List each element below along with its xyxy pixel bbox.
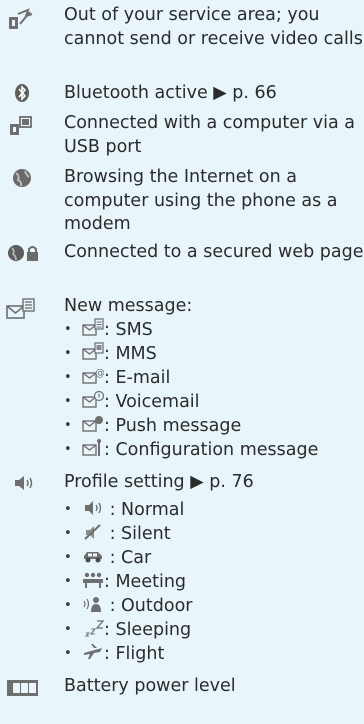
list-item: • : Silent [64, 522, 171, 546]
speaker-icon [6, 472, 36, 494]
list-item: • : MMS [64, 342, 157, 366]
list-item-label: : Push message [104, 416, 242, 436]
list-item: • : Normal [64, 498, 184, 522]
list-item: • : Outdoor [64, 594, 192, 618]
list-item: • : Voicemail [64, 390, 200, 414]
new-message-icon [6, 298, 36, 320]
status-text: Battery power level [64, 676, 236, 696]
list-item-label: : Sleeping [104, 620, 192, 640]
bullet: • [64, 598, 72, 613]
normal-profile-icon [82, 498, 104, 518]
list-item-label: : Meeting [104, 572, 187, 592]
bullet: • [64, 550, 72, 565]
no-service-icon [6, 8, 36, 30]
status-text: Bluetooth active ▶ p. 66 [64, 83, 277, 103]
list-item: • : Sleeping [64, 618, 191, 642]
list-item: • : Push message [64, 414, 241, 438]
bullet: • [64, 622, 72, 637]
list-item-label: : MMS [104, 344, 157, 364]
sleeping-profile-icon [82, 618, 104, 638]
status-text: New message: [64, 296, 193, 316]
sms-icon [82, 318, 104, 338]
bullet: • [64, 442, 72, 457]
bullet: • [64, 526, 72, 541]
status-text: Connected to a secured web page [64, 242, 364, 262]
list-item: • : SMS [64, 318, 153, 342]
list-item-label: : E-mail [104, 368, 171, 388]
list-item-label: : Configuration message [104, 440, 319, 460]
status-text: Connected with a computer via a USB port [64, 113, 355, 157]
bullet: • [64, 646, 72, 661]
list-item-label: : Normal [104, 500, 185, 520]
bluetooth-icon [6, 82, 36, 104]
car-profile-icon [82, 546, 104, 566]
flight-profile-icon [82, 642, 104, 662]
bullet: • [64, 502, 72, 517]
list-item: • : Meeting [64, 570, 186, 594]
voicemail-icon [82, 390, 104, 410]
meeting-profile-icon [82, 570, 104, 590]
list-item-label: : Car [104, 548, 152, 568]
secured-web-icon [6, 242, 42, 264]
list-item-label: : Flight [104, 644, 165, 664]
list-item: • @: E-mail [64, 366, 170, 390]
push-message-icon [82, 414, 104, 434]
list-item: • : Configuration message [64, 438, 318, 462]
usb-connection-icon [6, 114, 36, 136]
list-item-label: : Voicemail [104, 392, 200, 412]
list-item-label: : SMS [104, 320, 153, 340]
bullet: • [64, 370, 72, 385]
globe-icon [6, 167, 36, 189]
configuration-message-icon [82, 438, 104, 458]
bullet: • [64, 346, 72, 361]
outdoor-profile-icon [82, 594, 104, 614]
bullet: • [64, 394, 72, 409]
mms-icon [82, 342, 104, 362]
bullet: • [64, 574, 72, 589]
silent-profile-icon [82, 522, 104, 542]
email-icon: @ [82, 366, 104, 386]
bullet: • [64, 322, 72, 337]
list-item-label: : Silent [104, 524, 171, 544]
svg-text:@: @ [95, 368, 104, 379]
battery-icon [6, 677, 40, 699]
list-item: • : Car [64, 546, 151, 570]
status-text: Browsing the Internet on a computer usin… [64, 167, 338, 234]
bullet: • [64, 418, 72, 433]
list-item: • : Flight [64, 642, 164, 666]
list-item-label: : Outdoor [104, 596, 193, 616]
status-text: Out of your service area; you cannot sen… [64, 5, 363, 49]
status-text: Profile setting ▶ p. 76 [64, 472, 254, 492]
